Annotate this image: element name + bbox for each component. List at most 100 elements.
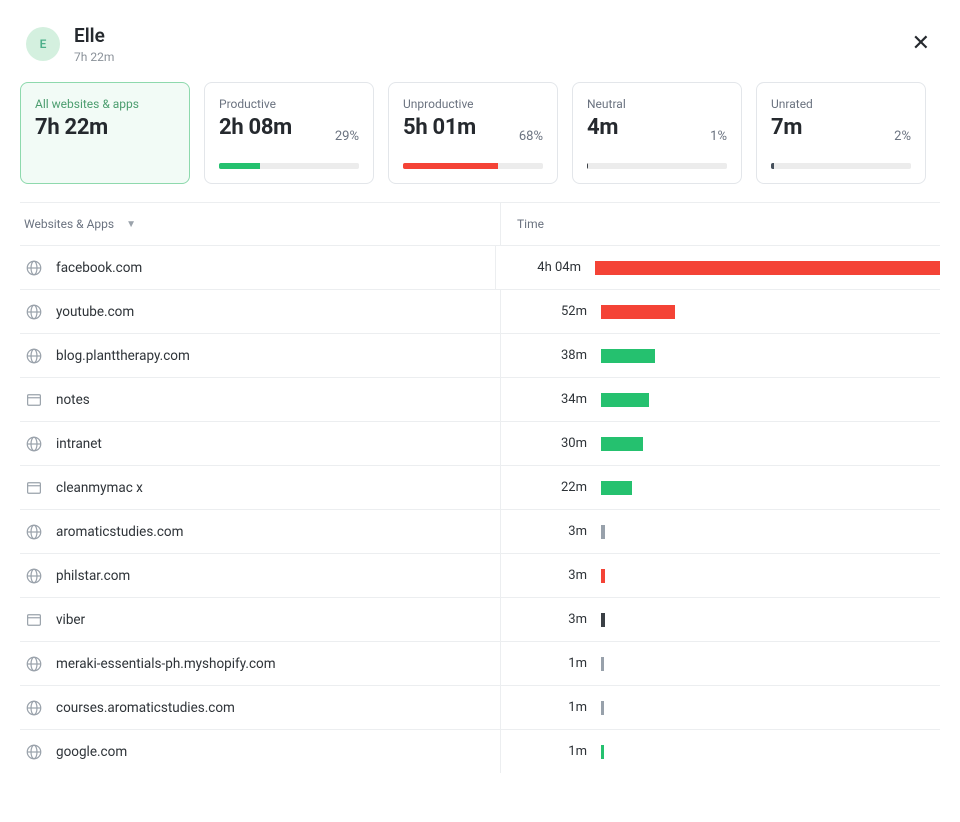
row-bar-cell <box>601 525 940 539</box>
row-site-name: courses.aromaticstudies.com <box>56 700 235 716</box>
table-row[interactable]: meraki-essentials-ph.myshopify.com 1m <box>20 641 940 685</box>
card-label: All websites & apps <box>35 97 175 111</box>
table-row[interactable]: facebook.com 4h 04m <box>20 245 940 289</box>
row-bar <box>601 305 675 319</box>
row-bar-cell <box>601 569 940 583</box>
row-site-name: cleanmymac x <box>56 480 143 496</box>
summary-cards: All websites & apps 7h 22m Productive2h 08… <box>20 82 940 184</box>
row-site-name-cell: facebook.com <box>20 258 495 278</box>
row-bar-cell <box>601 393 940 407</box>
row-bar <box>601 613 605 627</box>
row-site-name-cell: youtube.com <box>20 302 500 322</box>
column-time[interactable]: Time <box>501 217 544 231</box>
table-row[interactable]: intranet 30m <box>20 421 940 465</box>
card-progress <box>403 163 543 169</box>
row-site-name-cell: google.com <box>20 742 500 762</box>
app-window-icon <box>24 610 44 630</box>
row-bar-cell <box>601 745 940 759</box>
card-percent: 68% <box>519 129 543 144</box>
row-bar <box>601 437 643 451</box>
close-button[interactable]: ✕ <box>908 29 934 59</box>
table-row[interactable]: courses.aromaticstudies.com 1m <box>20 685 940 729</box>
user-identity: E Elle 7h 22m <box>26 24 114 64</box>
card-progress <box>587 163 727 169</box>
row-bar <box>601 569 605 583</box>
globe-icon <box>24 346 44 366</box>
app-window-icon <box>24 390 44 410</box>
card-percent: 29% <box>335 129 359 144</box>
table-row[interactable]: philstar.com3m <box>20 553 940 597</box>
row-bar-cell <box>601 657 940 671</box>
summary-card-unproductive[interactable]: Unproductive5h 01m68% <box>388 82 558 184</box>
row-site-name: viber <box>56 612 85 628</box>
row-bar <box>601 525 605 539</box>
row-site-name-cell: courses.aromaticstudies.com <box>20 698 500 718</box>
row-site-name: meraki-essentials-ph.myshopify.com <box>56 656 276 672</box>
row-site-name: intranet <box>56 436 102 452</box>
card-progress <box>219 163 359 169</box>
row-bar-cell <box>595 261 940 275</box>
row-time: 34m <box>501 392 601 407</box>
row-site-name-cell: viber <box>20 610 500 630</box>
table-row[interactable]: aromaticstudies.com 3m <box>20 509 940 553</box>
column-label: Time <box>517 217 544 231</box>
card-progress <box>771 163 911 169</box>
row-time: 1m <box>501 656 601 671</box>
row-time: 52m <box>501 304 601 319</box>
card-value: 4m <box>587 115 727 140</box>
row-bar <box>601 481 632 495</box>
table-row[interactable]: google.com 1m <box>20 729 940 773</box>
table-header: Websites & Apps ▼ Time <box>20 203 940 245</box>
row-bar <box>595 261 940 275</box>
column-sites-apps[interactable]: Websites & Apps ▼ <box>20 217 500 231</box>
row-bar-cell <box>601 305 940 319</box>
card-percent: 1% <box>710 129 727 144</box>
card-value: 7h 22m <box>35 115 175 140</box>
table-row[interactable]: cleanmymac x22m <box>20 465 940 509</box>
row-time: 38m <box>501 348 601 363</box>
summary-card-neutral[interactable]: Neutral 4m1% <box>572 82 742 184</box>
row-site-name-cell: philstar.com <box>20 566 500 586</box>
row-site-name: facebook.com <box>56 260 142 276</box>
row-site-name: notes <box>56 392 90 408</box>
card-percent: 2% <box>894 129 911 144</box>
card-label: Unproductive <box>403 97 543 111</box>
table-row[interactable]: blog.planttherapy.com38m <box>20 333 940 377</box>
globe-icon <box>24 302 44 322</box>
globe-icon <box>24 654 44 674</box>
row-time: 1m <box>501 744 601 759</box>
summary-card-all[interactable]: All websites & apps 7h 22m <box>20 82 190 184</box>
user-total-time: 7h 22m <box>74 50 114 64</box>
row-time: 3m <box>501 612 601 627</box>
row-time: 4h 04m <box>496 260 595 275</box>
row-bar-cell <box>601 701 940 715</box>
row-time: 30m <box>501 436 601 451</box>
table-body: facebook.com4h 04myoutube.com52mblog.pla… <box>20 245 940 773</box>
app-window-icon <box>24 478 44 498</box>
table-row[interactable]: notes 34m <box>20 377 940 421</box>
summary-card-unrated[interactable]: Unrated7m2% <box>756 82 926 184</box>
row-bar <box>601 701 604 715</box>
globe-icon <box>24 566 44 586</box>
sort-caret-icon: ▼ <box>126 219 136 230</box>
row-site-name-cell: meraki-essentials-ph.myshopify.com <box>20 654 500 674</box>
globe-icon <box>24 434 44 454</box>
globe-icon <box>24 258 44 278</box>
row-time: 3m <box>501 524 601 539</box>
activity-table: Websites & Apps ▼ Time facebook.com 4h 04… <box>20 202 940 773</box>
row-bar <box>601 393 649 407</box>
column-label: Websites & Apps <box>24 217 114 231</box>
table-row[interactable]: viber 3m <box>20 597 940 641</box>
row-site-name-cell: blog.planttherapy.com <box>20 346 500 366</box>
row-bar-cell <box>601 437 940 451</box>
user-avatar: E <box>26 27 60 61</box>
row-site-name: aromaticstudies.com <box>56 524 183 540</box>
row-site-name: google.com <box>56 744 127 760</box>
table-row[interactable]: youtube.com52m <box>20 289 940 333</box>
row-time: 1m <box>501 700 601 715</box>
row-site-name-cell: cleanmymac x <box>20 478 500 498</box>
summary-card-productive[interactable]: Productive2h 08m29% <box>204 82 374 184</box>
globe-icon <box>24 742 44 762</box>
card-label: Neutral <box>587 97 727 111</box>
modal-header: E Elle 7h 22m ✕ <box>20 18 940 82</box>
